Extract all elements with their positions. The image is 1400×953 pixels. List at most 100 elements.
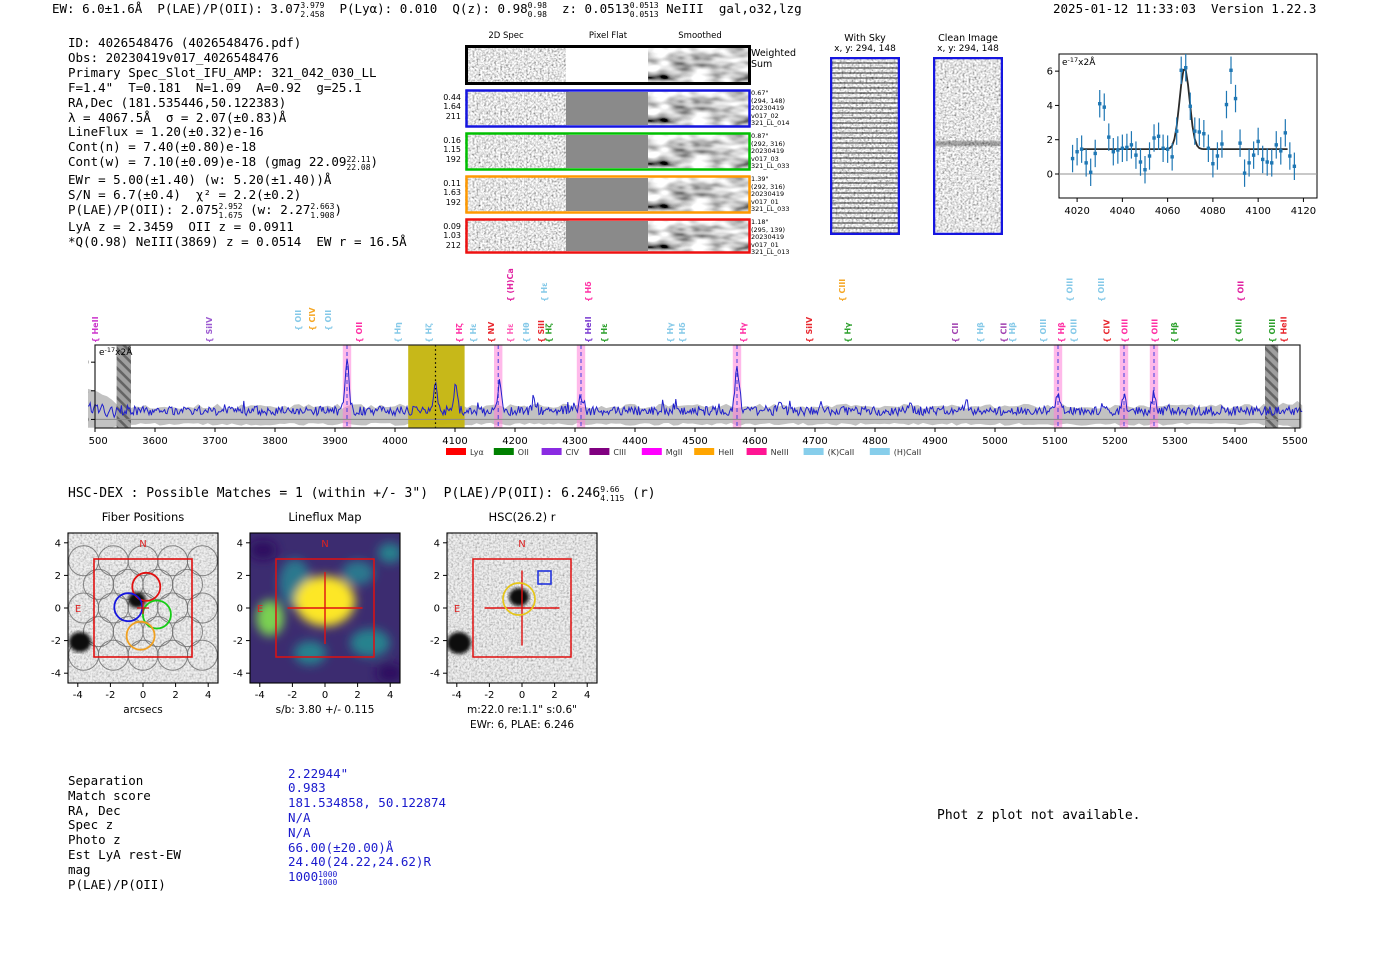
data-point: [1202, 132, 1205, 135]
text-segment: N/A: [288, 810, 311, 825]
y-tick-label: 0: [55, 604, 61, 615]
match-row-value: 0.983: [288, 780, 326, 795]
data-point: [1229, 69, 1232, 72]
spectral-line-label: { Hε: [600, 323, 609, 343]
data-point: [1207, 147, 1210, 150]
spectral-line-label: { Hβ: [1170, 322, 1179, 343]
x-tick-label: 4: [584, 690, 590, 701]
fiber-info: Sum: [751, 60, 796, 71]
row-weight-labels: 0.091.03212: [437, 222, 461, 250]
x-tick-label: 3700: [202, 436, 227, 447]
spec2d-row: [465, 132, 751, 171]
x-tick-label: 2: [354, 690, 360, 701]
panel-xlabel: s/b: 3.80 +/- 0.115: [276, 704, 375, 716]
x-tick-label: -4: [452, 690, 462, 701]
x-tick-label: 0: [140, 690, 146, 701]
data-point: [1220, 142, 1223, 145]
legend-label: HeII: [718, 448, 734, 457]
text-segment: P(LAE)/P(OII): 2.075: [68, 202, 219, 217]
spectral-line-label: { OIII: [1235, 319, 1244, 343]
y-tick-label: -4: [51, 669, 61, 680]
unit-label: e-17x2Å: [1062, 56, 1096, 68]
spectral-line-label: { OII: [294, 310, 303, 331]
data-point: [1198, 130, 1201, 133]
data-point: [1284, 131, 1287, 134]
header-timestamp: 2025-01-12 11:33:03 Version 1.22.3: [1053, 2, 1316, 17]
data-point: [1125, 146, 1128, 149]
x-tick-label: 4000: [382, 436, 407, 447]
data-point: [1175, 129, 1178, 132]
data-point: [1075, 150, 1078, 153]
neighbor-blob: [69, 632, 91, 652]
spectral-line-label: { OIII: [1070, 319, 1079, 343]
y-tick-label: 5: [88, 386, 89, 397]
spectral-line-label: { HeII: [91, 316, 100, 343]
data-point: [1234, 97, 1237, 100]
legend-swatch: [542, 448, 562, 455]
x-tick-label: 4900: [922, 436, 947, 447]
smoothed-image: [653, 92, 747, 125]
y-tick-label: 4: [1047, 101, 1053, 112]
full-spectrum-chart: 3500360037003800390040004100420043004400…: [88, 268, 1313, 470]
x-tick-label: 4800: [862, 436, 887, 447]
weight-value: 0.44: [437, 93, 461, 102]
spectral-line-label: { HeII: [1280, 316, 1289, 343]
row-fiber-labels: 1.18"(295, 139)20230419v017_01321_LL_013: [751, 219, 790, 257]
with-sky-image: [830, 57, 900, 235]
legend-swatch: [804, 448, 824, 455]
spectral-line-label: { (H)CaII+NeIII: [506, 268, 515, 302]
info-line: Obs: 20230419v017_4026548476: [68, 51, 407, 66]
spectral-line-label: { Hε: [469, 323, 478, 343]
data-point: [1266, 160, 1269, 163]
data-point: [1107, 135, 1110, 138]
legend-label: CIII: [613, 448, 626, 457]
spectral-line-label: { Hγ: [739, 322, 748, 343]
row-fiber-labels: 0.67"(294, 148)20230419v017_02321_LL_014: [751, 90, 790, 128]
text-segment: 1000: [288, 869, 318, 884]
x-tick-label: 3600: [142, 436, 167, 447]
spectral-line-label: { OIII: [1151, 319, 1160, 343]
fraction-lower: 0.98: [528, 11, 547, 20]
text-segment: Primary Spec_Slot_IFU_AMP: 321_042_030_L…: [68, 65, 377, 80]
y-tick-label: 4: [55, 538, 61, 549]
fraction: 9.664.115: [600, 486, 624, 503]
pixel-flat-image: [566, 48, 651, 82]
spectral-line-label: { Hε: [506, 323, 515, 343]
compass-north-label: N: [321, 539, 328, 550]
photz-note: Phot z plot not available.: [937, 808, 1141, 823]
info-line: F=1.4" T=0.181 N=1.09 A=0.92 g=25.1: [68, 81, 407, 96]
spectral-line-label: { CII: [951, 323, 960, 343]
x-tick-label: 3500: [88, 436, 108, 447]
cutout-column-header: 2D Spec: [488, 31, 523, 41]
text-segment: Obs: 20230419v017_4026548476: [68, 50, 279, 65]
fraction: 3.9792.458: [300, 2, 324, 19]
spectral-line-label: { OIII: [1121, 319, 1130, 343]
text-segment: P(Lyα): 0.010 Q(z): 0.98: [324, 1, 527, 16]
match-row-label: Spec z: [68, 817, 113, 832]
x-tick-label: 4020: [1064, 206, 1089, 217]
x-tick-label: 2: [551, 690, 557, 701]
spectral-line-label: { CIV: [308, 307, 317, 331]
spec2d-row: [465, 89, 751, 128]
fraction: 2.6631.908: [310, 203, 334, 220]
fiber-info: 321_LL_014: [751, 120, 790, 128]
y-tick-label: 0: [237, 604, 243, 615]
row-fiber-labels: 1.39"(292, 316)20230419v017_01321_LL_033: [751, 176, 790, 214]
x-tick-label: 5200: [1102, 436, 1127, 447]
x-tick-label: 5300: [1162, 436, 1187, 447]
hsc-cutout-panel: -4-4-2-2002244HSC(26.2) rm:22.0 re:1.1" …: [412, 505, 632, 755]
data-point: [1152, 136, 1155, 139]
compass-east-label: E: [257, 604, 263, 615]
spectral-line-label: { Hδ: [678, 322, 687, 343]
x-tick-label: 5500: [1282, 436, 1307, 447]
data-point: [1238, 141, 1241, 144]
info-line: Primary Spec_Slot_IFU_AMP: 321_042_030_L…: [68, 66, 407, 81]
data-point: [1071, 157, 1074, 160]
fraction-lower: 22.08: [346, 164, 370, 173]
x-tick-label: -2: [484, 690, 494, 701]
compass-east-label: E: [454, 604, 460, 615]
match-row-value: N/A: [288, 825, 311, 840]
text-segment: Cont(n) = 7.40(±0.80)e-18: [68, 139, 256, 154]
weight-value: 192: [437, 198, 461, 207]
source-blob: [509, 588, 529, 606]
